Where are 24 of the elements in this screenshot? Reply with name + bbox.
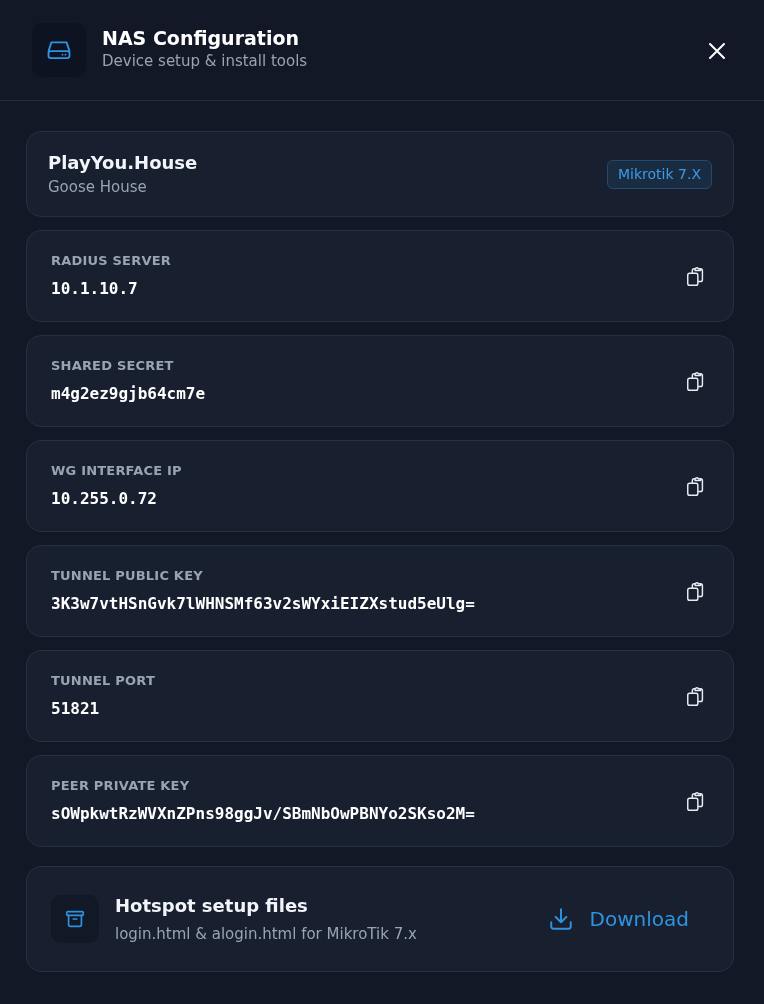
device-location: Goose House xyxy=(48,177,148,199)
field-value: sOWpkwtRzWVXnZPns98ggJv/SBmNbOwPBNYo2SKso2M= xyxy=(51,802,476,825)
files-title: Hotspot setup files xyxy=(115,894,309,919)
files-description: login.html & alogin.html for MikroTik 7.x xyxy=(115,924,418,946)
field-value: 10.255.0.72 xyxy=(51,487,158,510)
drive-icon xyxy=(32,23,86,77)
device-name: PlayYou.House xyxy=(48,151,199,176)
field-value: 3K3w7vtHSnGvk7lWHNSMf63v2sWYxiEIZXstud5eUlg= xyxy=(51,592,476,615)
field-label: WG INTERFACE IP xyxy=(51,462,183,481)
field-value: 10.1.10.7 xyxy=(51,277,139,300)
field-label: TUNNEL PORT xyxy=(51,672,156,691)
version-tag: Mikrotik 7.X xyxy=(607,159,712,189)
field-value: m4g2ez9gjb64cm7e xyxy=(51,382,207,405)
field-label: RADIUS SERVER xyxy=(51,252,172,271)
field-label: PEER PRIVATE KEY xyxy=(51,777,191,796)
field-value: 51821 xyxy=(51,697,101,720)
archive-icon xyxy=(51,895,99,943)
download-icon xyxy=(547,906,574,932)
download-button[interactable]: Download xyxy=(543,900,693,938)
dialog-subtitle: Device setup & install tools xyxy=(102,51,309,73)
field-label: TUNNEL PUBLIC KEY xyxy=(51,567,204,586)
field-label: SHARED SECRET xyxy=(51,357,175,376)
close-icon xyxy=(708,41,726,60)
dialog-title: NAS Configuration xyxy=(102,27,300,51)
